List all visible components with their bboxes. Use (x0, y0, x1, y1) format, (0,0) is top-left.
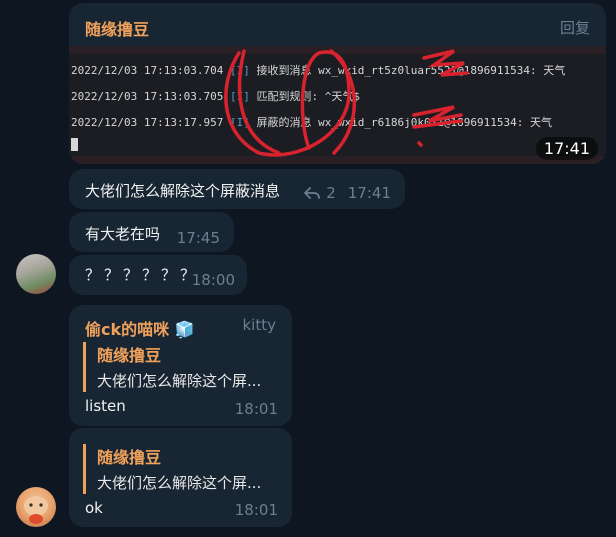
quoted-sender: 随缘撸豆 (97, 448, 162, 467)
reply-arrow-icon[interactable] (304, 186, 321, 200)
message-text: 大佬们怎么解除这个屏蔽消息 (85, 182, 281, 200)
message-time: 17:41 (347, 184, 391, 202)
red-scribble-annotation (224, 49, 469, 157)
message-text: 有大老在吗 (85, 225, 161, 243)
message-time: 17:41 (535, 137, 598, 160)
quoted-text: 大佬们怎么解除这个屏... (97, 372, 262, 390)
quoted-text: 大佬们怎么解除这个屏... (97, 474, 262, 492)
user-avatar[interactable] (16, 487, 56, 527)
quoted-message[interactable]: 随缘撸豆 大佬们怎么解除这个屏... (83, 342, 279, 392)
message-time: 18:01 (234, 501, 278, 519)
sender-tag: kitty (242, 316, 277, 334)
message-bubble[interactable]: 有大老在吗 17:45 (69, 212, 234, 252)
message-text: ok (85, 499, 103, 517)
quoted-message[interactable]: 随缘撸豆 大佬们怎么解除这个屏... (83, 444, 279, 494)
message-bubble[interactable]: 大佬们怎么解除这个屏蔽消息 2 17:41 (69, 169, 405, 209)
message-time: 17:45 (176, 229, 220, 247)
reply-count[interactable]: 2 (326, 184, 336, 202)
ice-cube-icon: 🧊 (174, 320, 195, 339)
message-meta: 2 17:41 (304, 184, 391, 202)
quoted-sender: 随缘撸豆 (97, 346, 162, 365)
message-bubble-screenshot[interactable]: 随缘撸豆 回复 2022/12/03 17:13:03.704 [I] 接收到消… (69, 3, 606, 164)
user-avatar[interactable] (16, 254, 56, 294)
cat-avatar-icon (24, 496, 48, 524)
message-time: 18:00 (191, 271, 235, 289)
message-text: listen (85, 397, 126, 415)
message-bubble-reply[interactable]: 随缘撸豆 大佬们怎么解除这个屏... ok 18:01 (69, 428, 292, 527)
message-bubble-reply[interactable]: 偷ck的喵咪 🧊 kitty 随缘撸豆 大佬们怎么解除这个屏... listen… (69, 305, 292, 426)
message-bubble[interactable]: ？？？？？？ 18:00 (69, 255, 247, 295)
message-text: ？？？？？？ (85, 266, 200, 284)
sender-name-text: 偷ck的喵咪 (85, 320, 170, 339)
message-time: 18:01 (234, 400, 278, 418)
sender-name[interactable]: 偷ck的喵咪 🧊 (85, 316, 195, 340)
